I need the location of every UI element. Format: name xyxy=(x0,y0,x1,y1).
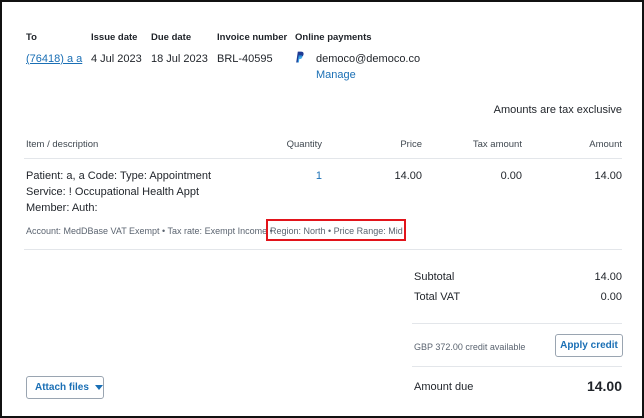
table-row-divider xyxy=(24,249,622,250)
apply-credit-button[interactable]: Apply credit xyxy=(555,334,623,357)
item-price: 14.00 xyxy=(394,170,422,182)
total-vat-label: Total VAT xyxy=(414,291,461,303)
issue-date-value: 4 Jul 2023 xyxy=(91,53,142,65)
col-item-description: Item / description xyxy=(26,139,99,150)
due-date-value: 18 Jul 2023 xyxy=(151,53,208,65)
credit-available-text: GBP 372.00 credit available xyxy=(414,342,526,352)
invoice-panel: To Issue date Due date Invoice number On… xyxy=(0,0,644,418)
table-header-divider xyxy=(24,158,622,159)
col-amount: Amount xyxy=(589,139,622,150)
attach-files-label: Attach files xyxy=(35,382,89,393)
due-date-label: Due date xyxy=(151,32,192,43)
item-tax-amount: 0.00 xyxy=(500,170,522,182)
col-quantity: Quantity xyxy=(286,139,322,150)
col-tax-amount: Tax amount xyxy=(472,139,522,150)
invoice-number-label: Invoice number xyxy=(217,32,288,43)
payments-email: democo@democo.co xyxy=(316,53,421,65)
chevron-down-icon xyxy=(94,385,103,390)
paypal-icon xyxy=(295,51,304,63)
item-account-meta: Account: MedDBase VAT Exempt • Tax rate:… xyxy=(26,226,273,236)
item-description-line-3: Member: Auth: xyxy=(26,202,98,214)
online-payments-label: Online payments xyxy=(295,32,372,43)
subtotal-label: Subtotal xyxy=(414,271,455,283)
contact-link[interactable]: (76418) a a xyxy=(26,53,82,65)
totals-divider xyxy=(412,323,622,324)
amount-due-label: Amount due xyxy=(414,381,474,393)
amount-due-value: 14.00 xyxy=(586,378,622,394)
attach-files-button[interactable]: Attach files xyxy=(26,376,104,399)
item-description-line-1: Patient: a, a Code: Type: Appointment xyxy=(26,170,212,182)
tax-mode-note: Amounts are tax exclusive xyxy=(493,104,622,116)
manage-payments-link[interactable]: Manage xyxy=(316,69,356,81)
highlight-box xyxy=(266,219,406,241)
item-description-line-2: Service: ! Occupational Health Appt xyxy=(26,186,200,198)
issue-date-label: Issue date xyxy=(91,32,138,43)
col-price: Price xyxy=(400,139,422,150)
subtotal-value: 14.00 xyxy=(594,271,622,283)
to-label: To xyxy=(26,32,37,43)
total-vat-value: 0.00 xyxy=(600,291,622,303)
item-amount: 14.00 xyxy=(594,170,622,182)
item-quantity: 1 xyxy=(315,170,322,182)
credit-divider xyxy=(412,366,622,367)
invoice-number-value: BRL-40595 xyxy=(217,53,273,65)
